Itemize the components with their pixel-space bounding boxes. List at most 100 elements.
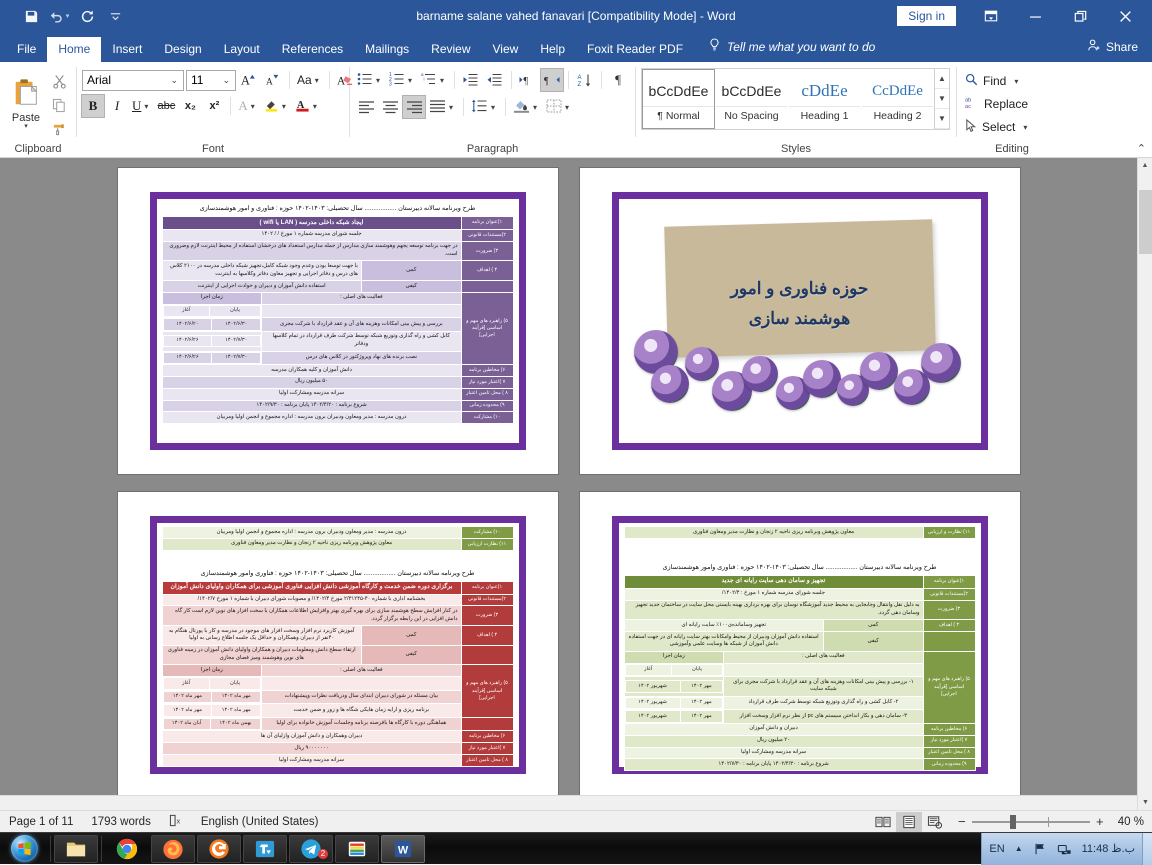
page-table-red[interactable]: ۱۰) مشارکت درون مدرسه : مدیر ومعاون ودبی… [118,492,558,798]
styles-scroll-down-icon[interactable]: ▼ [935,89,949,109]
save-icon[interactable] [18,4,44,28]
zoom-in-button[interactable]: + [1094,814,1106,829]
taskbar-item-telegram[interactable]: 2 [289,835,333,863]
customize-qat-icon[interactable] [102,4,128,28]
align-center-icon[interactable] [379,96,401,118]
proofing-errors-icon[interactable]: x [160,814,192,830]
page-table-purple[interactable]: طرح ویرنامه سالانه دبیرستان ............… [118,168,558,474]
rtl-text-direction-button[interactable]: ¶ [541,69,563,91]
font-color-button[interactable]: A ▾ [293,95,322,117]
tab-review[interactable]: Review [420,37,481,62]
word-count[interactable]: 1793 words [82,816,159,828]
justify-button[interactable]: ▾ [427,96,458,118]
chevron-down-icon[interactable]: ▾ [1020,123,1030,132]
show-desktop-button[interactable] [1142,833,1152,865]
style-heading-1[interactable]: cDdEe Heading 1 [788,69,861,129]
bullets-button[interactable]: ▾ [355,69,385,91]
shading-button[interactable]: ▾ [511,96,542,118]
tab-file[interactable]: File [6,37,47,62]
sign-in-button[interactable]: Sign in [897,6,956,26]
print-layout-view-button[interactable] [896,812,922,832]
page-title-slide[interactable]: حوزه فناوری و امور هوشمند سازی [580,168,1020,474]
style-no-spacing[interactable]: bCcDdEe No Spacing [715,69,788,129]
text-effects-button[interactable]: A ▾ [236,95,259,117]
copy-icon[interactable] [47,94,71,116]
flag-icon[interactable] [1028,833,1052,865]
tab-design[interactable]: Design [153,37,212,62]
page-indicator[interactable]: Page 1 of 11 [0,816,82,828]
align-right-icon[interactable] [403,96,425,118]
minimize-button[interactable] [1013,0,1058,32]
decrease-indent-icon[interactable] [460,69,482,91]
tab-layout[interactable]: Layout [213,37,271,62]
text-highlight-color-button[interactable]: ▾ [262,95,291,117]
scroll-up-icon[interactable]: ▲ [1138,158,1152,173]
tell-me-box[interactable]: Tell me what you want to do [694,32,885,62]
sort-icon[interactable]: AZ [574,69,596,91]
close-button[interactable] [1103,0,1148,32]
taskbar-item-winrar[interactable] [335,835,379,863]
zoom-slider[interactable]: − + [948,814,1114,829]
ltr-text-direction-button[interactable]: ¶ [517,69,539,91]
tab-mailings[interactable]: Mailings [354,37,420,62]
show-hidden-icons-button[interactable]: ▲ [1010,833,1028,865]
font-size-combo[interactable]: 11 ⌄ [186,70,236,91]
zoom-thumb[interactable] [1010,815,1016,829]
line-spacing-button[interactable]: ▾ [469,96,500,118]
zoom-track[interactable] [972,821,1090,823]
vertical-scrollbar[interactable]: ▲ ▼ [1137,158,1152,810]
chevron-down-icon[interactable]: ▾ [1011,77,1021,86]
taskbar-item-file-explorer[interactable] [54,835,98,863]
collapse-ribbon-button[interactable]: ⌃ [1137,142,1146,155]
find-button[interactable]: Find ▾ [962,70,1036,92]
taskbar-item-free-download-manager[interactable] [243,835,287,863]
shrink-font-icon[interactable]: A [262,69,284,91]
restore-button[interactable] [1058,0,1103,32]
font-name-combo[interactable]: Arial ⌄ [82,70,184,91]
tab-references[interactable]: References [271,37,354,62]
ribbon-display-options-icon[interactable] [968,0,1013,32]
scroll-down-icon[interactable]: ▼ [1138,795,1152,810]
zoom-out-button[interactable]: − [956,814,968,829]
taskbar-item-firefox[interactable] [151,835,195,863]
italic-button[interactable]: I [106,95,128,117]
multilevel-list-button[interactable]: ai ▾ [419,69,449,91]
show-formatting-marks-icon[interactable]: ¶ [607,69,629,91]
replace-button[interactable]: abac Replace [962,93,1036,115]
page-table-green[interactable]: ۱۱) نظارت و ارزیابی معاون پژوهش وبرنامه … [580,492,1020,798]
web-layout-view-button[interactable] [922,812,948,832]
style-heading-2[interactable]: CcDdEe Heading 2 [861,69,934,129]
bold-button[interactable]: B [82,95,104,117]
taskbar-item-maxthon[interactable] [197,835,241,863]
subscript-button[interactable]: x₂ [179,95,201,117]
tab-view[interactable]: View [482,37,530,62]
document-canvas[interactable]: طرح ویرنامه سالانه دبیرستان ............… [0,158,1152,810]
cut-icon[interactable] [47,70,71,92]
change-case-button[interactable]: Aa ▾ [295,69,324,91]
grow-font-icon[interactable]: A [238,69,260,91]
read-mode-view-button[interactable] [870,812,896,832]
tab-foxit-reader-pdf[interactable]: Foxit Reader PDF [576,37,694,62]
tab-help[interactable]: Help [529,37,576,62]
tab-insert[interactable]: Insert [101,37,153,62]
horizontal-scrollbar[interactable] [0,795,1137,810]
vertical-scroll-thumb[interactable] [1139,190,1152,254]
start-button[interactable] [0,834,48,864]
format-painter-icon[interactable] [47,118,71,140]
taskbar-item-chrome[interactable] [105,835,149,863]
style-normal[interactable]: bCcDdEe ¶ Normal [642,69,715,129]
increase-indent-icon[interactable] [484,69,506,91]
superscript-button[interactable]: x² [203,95,225,117]
underline-button[interactable]: U ▾ [130,95,153,117]
select-button[interactable]: Select ▾ [962,116,1036,138]
paste-dropdown-arrow[interactable]: ▾ [24,124,28,130]
paste-button[interactable]: Paste ▾ [5,76,47,130]
borders-button[interactable]: ▾ [544,96,574,118]
language-bar[interactable]: EN [984,833,1009,865]
language-indicator[interactable]: English (United States) [192,816,328,828]
strikethrough-button[interactable]: abc [155,95,177,117]
zoom-level-label[interactable]: 40 % [1114,816,1152,828]
redo-icon[interactable] [74,4,100,28]
align-left-icon[interactable] [355,96,377,118]
styles-more-icon[interactable]: ▼ [935,109,949,129]
